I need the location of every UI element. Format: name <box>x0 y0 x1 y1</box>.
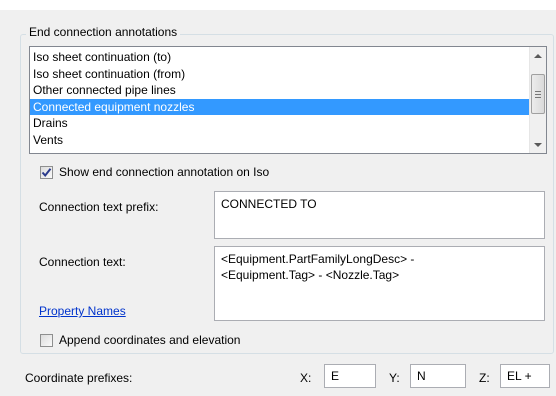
property-names-link[interactable]: Property Names <box>39 303 126 319</box>
show-annotation-row[interactable]: Show end connection annotation on Iso <box>40 164 269 180</box>
show-annotation-checkbox[interactable] <box>40 165 53 179</box>
z-label: Z: <box>479 371 490 385</box>
z-prefix-field[interactable]: EL + <box>500 364 550 388</box>
connection-text-label: Connection text: <box>39 255 126 269</box>
list-item[interactable]: Vents <box>30 132 529 149</box>
list-item[interactable]: Other connected pipe lines <box>30 82 529 99</box>
list-item[interactable]: Drains <box>30 115 529 132</box>
x-label: X: <box>300 371 312 385</box>
x-prefix-field[interactable]: E <box>324 364 376 388</box>
group-title: End connection annotations <box>26 24 181 40</box>
prefix-label: Connection text prefix: <box>39 200 159 214</box>
annotation-type-items: Iso sheet continuation (to) Iso sheet con… <box>30 47 529 153</box>
coordinate-prefixes-label: Coordinate prefixes: <box>25 371 133 385</box>
scroll-up-arrow-icon[interactable] <box>530 47 546 64</box>
connection-text-field[interactable]: <Equipment.PartFamilyLongDesc> - <Equipm… <box>214 246 545 321</box>
list-item[interactable]: Iso sheet continuation (from) <box>30 66 529 83</box>
checkmark-icon <box>41 167 52 177</box>
y-label: Y: <box>389 371 400 385</box>
list-item[interactable]: Connected equipment nozzles <box>30 98 529 116</box>
scroll-down-arrow-icon[interactable] <box>530 136 546 153</box>
annotation-type-list[interactable]: Iso sheet continuation (to) Iso sheet con… <box>29 46 547 154</box>
show-annotation-label: Show end connection annotation on Iso <box>59 165 270 179</box>
append-coords-label: Append coordinates and elevation <box>59 333 241 347</box>
top-strip <box>0 0 556 10</box>
end-connection-panel: End connection annotations Iso sheet con… <box>0 0 556 396</box>
scroll-thumb[interactable] <box>531 74 545 114</box>
y-prefix-field[interactable]: N <box>410 364 466 388</box>
append-coords-checkbox[interactable] <box>40 333 53 347</box>
append-coords-row[interactable]: Append coordinates and elevation <box>40 332 240 348</box>
list-item[interactable]: Iso sheet continuation (to) <box>30 49 529 66</box>
list-scrollbar[interactable] <box>529 47 546 153</box>
prefix-field[interactable]: CONNECTED TO <box>214 191 545 239</box>
